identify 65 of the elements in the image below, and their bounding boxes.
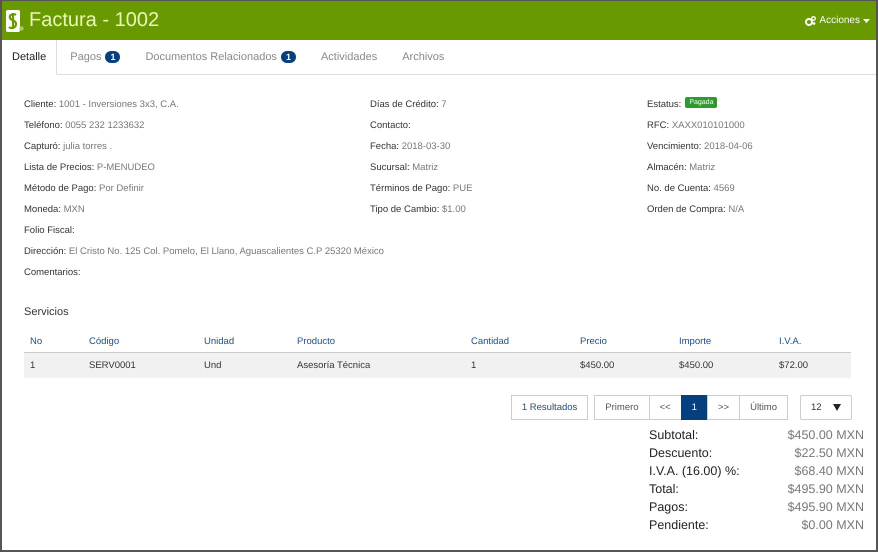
total-label: Pendiente:: [649, 517, 710, 534]
section-title: Servicios: [24, 306, 70, 318]
column-header: No: [29, 336, 44, 346]
detail-field: Días de Crédito: 7: [370, 99, 447, 110]
detail-field: Moneda: MXN: [24, 204, 85, 215]
tab[interactable]: Detalle: [2, 40, 58, 75]
detail-field: Dirección: El Cristo No. 125 Col. Pomelo, El Llano, Aguascalientes C.P 25320 México: [24, 246, 384, 257]
detail-field: Comentarios:: [24, 267, 80, 278]
total-label: Subtotal:: [649, 427, 700, 444]
column-header: Producto: [296, 336, 336, 346]
table-cell-text: 1: [470, 360, 478, 371]
table-cell-text: Asesoría Técnica: [296, 360, 372, 371]
column-header: Código: [88, 336, 120, 346]
total-value: $450.00 MXN: [786, 427, 864, 444]
detail-field: Orden de Compra: N/A: [647, 204, 744, 215]
count-badge: 1: [280, 51, 296, 63]
detail-field: Almacén: Matriz: [647, 162, 716, 173]
detail-field: Contacto:: [370, 120, 411, 131]
column-header: Precio: [579, 336, 608, 346]
gears-icon: [805, 16, 816, 26]
detail-field: RFC: XAXX010101000: [647, 120, 745, 131]
detail-field: Lista de Precios: P-MENUDEO: [24, 162, 155, 173]
detail-field: Términos de Pago: PUE: [370, 183, 472, 194]
total-label: Descuento:: [649, 445, 714, 462]
column-header: Importe: [678, 336, 712, 346]
table-cell-text: $450.00: [579, 360, 616, 371]
page-button[interactable]: Primero: [594, 395, 650, 420]
total-value: $495.90 MXN: [786, 499, 864, 516]
field-label: Estatus:: [647, 99, 682, 110]
table-cell-text: SERV0001: [88, 360, 137, 371]
caret-icon: [833, 404, 841, 411]
page-button[interactable]: <<: [648, 395, 682, 420]
total-label: I.V.A. (16.00) %:: [649, 463, 741, 480]
detail-field: No. de Cuenta: 4569: [647, 183, 735, 194]
detail-field: Folio Fiscal:: [24, 225, 75, 236]
detail-field: Teléfono: 0055 232 1233632: [24, 120, 144, 131]
table-cell-text: 1: [29, 360, 36, 371]
detail-field: Vencimiento: 2018-04-06: [647, 141, 753, 152]
table-cell-text: Und: [203, 360, 222, 371]
total-label: Pagos:: [649, 499, 689, 516]
column-header: I.V.A.: [778, 336, 802, 346]
detail-field: Cliente: 1001 - Inversiones 3x3, C.A.: [24, 99, 179, 110]
total-value: $495.90 MXN: [786, 481, 864, 498]
total-value: $68.40 MXN: [794, 463, 864, 480]
column-header: Unidad: [203, 336, 236, 346]
page-button[interactable]: >>: [706, 395, 740, 420]
page-size-select[interactable]: 12: [800, 395, 852, 420]
total-value: $22.50 MXN: [794, 445, 864, 462]
count-badge: 1: [105, 51, 120, 63]
results-count: 1 Resultados: [510, 395, 588, 420]
logo-icon: [6, 10, 24, 32]
table-cell-text: $72.00: [778, 360, 810, 371]
total-value: $0.00 MXN: [800, 517, 864, 534]
total-label: Total:: [649, 481, 680, 498]
detail-field: Capturó: julia torres .: [24, 141, 112, 152]
detail-field: Método de Pago: Por Definir: [24, 183, 144, 194]
caret-icon: [863, 18, 870, 22]
detail-field: Fecha: 2018-03-30: [370, 141, 450, 152]
page-button[interactable]: Último: [739, 395, 788, 420]
column-header: Cantidad: [470, 336, 510, 346]
page-button[interactable]: 1: [680, 395, 708, 420]
detail-field: Sucursal: Matriz: [370, 162, 438, 173]
detail-field: Tipo de Cambio: $1.00: [370, 204, 466, 215]
window-title: Factura - 1002: [29, 9, 160, 32]
table-cell-text: $450.00: [678, 360, 714, 371]
